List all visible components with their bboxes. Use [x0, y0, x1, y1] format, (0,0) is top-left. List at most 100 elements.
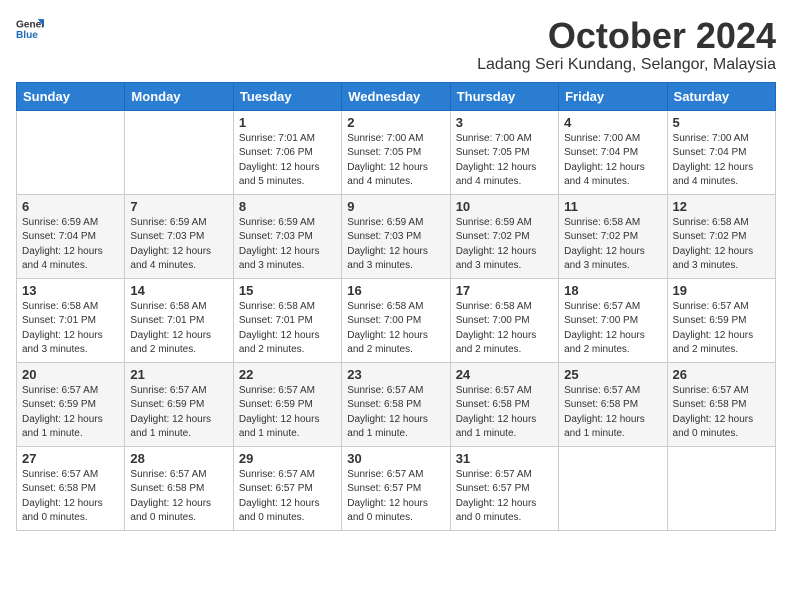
- calendar-cell: [559, 446, 667, 530]
- day-number: 27: [22, 451, 119, 466]
- week-row-2: 6 Sunrise: 6:59 AM Sunset: 7:04 PM Daylig…: [17, 194, 776, 278]
- calendar-cell: 26Sunrise: 6:57 AM Sunset: 6:58 PM Dayli…: [667, 362, 775, 446]
- calendar-cell: 17 Sunrise: 6:58 AM Sunset: 7:00 PM Dayli…: [450, 278, 558, 362]
- day-number: 24: [456, 367, 553, 382]
- day-info: Sunrise: 7:00 AM Sunset: 7:05 PM Dayligh…: [347, 132, 444, 190]
- day-number: 7: [130, 199, 227, 214]
- day-number: 31: [456, 451, 553, 466]
- logo-icon: General Blue: [16, 16, 44, 44]
- day-number: 20: [22, 367, 119, 382]
- calendar-cell: 14 Sunrise: 6:58 AM Sunset: 7:01 PM Dayli…: [125, 278, 233, 362]
- calendar-cell: 8Sunrise: 6:59 AM Sunset: 7:03 PM Daylig…: [233, 194, 341, 278]
- day-info: Sunrise: 6:58 AM Sunset: 7:00 PM Dayligh…: [456, 300, 553, 358]
- day-number: 4: [564, 115, 661, 130]
- calendar-cell: 30 Sunrise: 6:57 AM Sunset: 6:57 PM Dayli…: [342, 446, 450, 530]
- calendar-cell: [17, 110, 125, 194]
- calendar-cell: 31 Sunrise: 6:57 AM Sunset: 6:57 PM Dayli…: [450, 446, 558, 530]
- page-header: General Blue October 2024 Ladang Seri Ku…: [16, 16, 776, 74]
- calendar-cell: 6 Sunrise: 6:59 AM Sunset: 7:04 PM Daylig…: [17, 194, 125, 278]
- calendar-cell: 27 Sunrise: 6:57 AM Sunset: 6:58 PM Dayli…: [17, 446, 125, 530]
- calendar-cell: 23 Sunrise: 6:57 AM Sunset: 6:58 PM Dayli…: [342, 362, 450, 446]
- day-info: Sunrise: 6:57 AM Sunset: 6:58 PM Dayligh…: [22, 468, 119, 526]
- calendar-cell: 28Sunrise: 6:57 AM Sunset: 6:58 PM Dayli…: [125, 446, 233, 530]
- day-info: Sunrise: 6:58 AM Sunset: 7:02 PM Dayligh…: [673, 216, 770, 274]
- day-info: Sunrise: 6:57 AM Sunset: 6:59 PM Dayligh…: [130, 384, 227, 442]
- day-info: Sunrise: 6:59 AM Sunset: 7:03 PM Dayligh…: [347, 216, 444, 274]
- day-number: 15: [239, 283, 336, 298]
- calendar-cell: 18 Sunrise: 6:57 AM Sunset: 7:00 PM Dayli…: [559, 278, 667, 362]
- calendar-cell: 5 Sunrise: 7:00 AM Sunset: 7:04 PM Daylig…: [667, 110, 775, 194]
- calendar-cell: 16 Sunrise: 6:58 AM Sunset: 7:00 PM Dayli…: [342, 278, 450, 362]
- day-number: 13: [22, 283, 119, 298]
- day-info: Sunrise: 6:57 AM Sunset: 7:00 PM Dayligh…: [564, 300, 661, 358]
- day-info: Sunrise: 6:58 AM Sunset: 7:01 PM Dayligh…: [22, 300, 119, 358]
- day-number: 16: [347, 283, 444, 298]
- day-info: Sunrise: 7:01 AM Sunset: 7:06 PM Dayligh…: [239, 132, 336, 190]
- header-thursday: Thursday: [450, 82, 558, 110]
- day-number: 25: [564, 367, 661, 382]
- week-row-1: 1Sunrise: 7:01 AM Sunset: 7:06 PM Daylig…: [17, 110, 776, 194]
- calendar-cell: 20 Sunrise: 6:57 AM Sunset: 6:59 PM Dayli…: [17, 362, 125, 446]
- header-saturday: Saturday: [667, 82, 775, 110]
- title-area: October 2024 Ladang Seri Kundang, Selang…: [477, 16, 776, 74]
- week-row-5: 27 Sunrise: 6:57 AM Sunset: 6:58 PM Dayli…: [17, 446, 776, 530]
- calendar-cell: 11Sunrise: 6:58 AM Sunset: 7:02 PM Dayli…: [559, 194, 667, 278]
- day-info: Sunrise: 7:00 AM Sunset: 7:04 PM Dayligh…: [564, 132, 661, 190]
- day-number: 9: [347, 199, 444, 214]
- day-number: 23: [347, 367, 444, 382]
- day-info: Sunrise: 6:57 AM Sunset: 6:57 PM Dayligh…: [456, 468, 553, 526]
- calendar-cell: [125, 110, 233, 194]
- calendar-cell: 2 Sunrise: 7:00 AM Sunset: 7:05 PM Daylig…: [342, 110, 450, 194]
- calendar-cell: 1Sunrise: 7:01 AM Sunset: 7:06 PM Daylig…: [233, 110, 341, 194]
- header-tuesday: Tuesday: [233, 82, 341, 110]
- day-info: Sunrise: 6:58 AM Sunset: 7:01 PM Dayligh…: [239, 300, 336, 358]
- day-number: 30: [347, 451, 444, 466]
- calendar-cell: 4 Sunrise: 7:00 AM Sunset: 7:04 PM Daylig…: [559, 110, 667, 194]
- day-info: Sunrise: 6:59 AM Sunset: 7:02 PM Dayligh…: [456, 216, 553, 274]
- header-row: SundayMondayTuesdayWednesdayThursdayFrid…: [17, 82, 776, 110]
- day-info: Sunrise: 6:57 AM Sunset: 6:57 PM Dayligh…: [239, 468, 336, 526]
- day-number: 22: [239, 367, 336, 382]
- calendar-cell: 21 Sunrise: 6:57 AM Sunset: 6:59 PM Dayli…: [125, 362, 233, 446]
- day-info: Sunrise: 6:57 AM Sunset: 6:58 PM Dayligh…: [456, 384, 553, 442]
- header-sunday: Sunday: [17, 82, 125, 110]
- day-number: 21: [130, 367, 227, 382]
- calendar-cell: 29Sunrise: 6:57 AM Sunset: 6:57 PM Dayli…: [233, 446, 341, 530]
- calendar-cell: 13 Sunrise: 6:58 AM Sunset: 7:01 PM Dayli…: [17, 278, 125, 362]
- week-row-3: 13 Sunrise: 6:58 AM Sunset: 7:01 PM Dayli…: [17, 278, 776, 362]
- day-info: Sunrise: 6:57 AM Sunset: 6:58 PM Dayligh…: [564, 384, 661, 442]
- day-info: Sunrise: 7:00 AM Sunset: 7:04 PM Dayligh…: [673, 132, 770, 190]
- day-number: 14: [130, 283, 227, 298]
- calendar-cell: 15 Sunrise: 6:58 AM Sunset: 7:01 PM Dayli…: [233, 278, 341, 362]
- svg-text:Blue: Blue: [16, 30, 38, 41]
- day-number: 19: [673, 283, 770, 298]
- day-number: 18: [564, 283, 661, 298]
- day-number: 12: [673, 199, 770, 214]
- day-info: Sunrise: 6:57 AM Sunset: 6:59 PM Dayligh…: [239, 384, 336, 442]
- calendar-cell: 19Sunrise: 6:57 AM Sunset: 6:59 PM Dayli…: [667, 278, 775, 362]
- day-info: Sunrise: 6:57 AM Sunset: 6:58 PM Dayligh…: [347, 384, 444, 442]
- calendar-table: SundayMondayTuesdayWednesdayThursdayFrid…: [16, 82, 776, 531]
- day-number: 17: [456, 283, 553, 298]
- calendar-cell: 25 Sunrise: 6:57 AM Sunset: 6:58 PM Dayli…: [559, 362, 667, 446]
- month-title: October 2024: [477, 16, 776, 56]
- header-wednesday: Wednesday: [342, 82, 450, 110]
- day-info: Sunrise: 6:58 AM Sunset: 7:00 PM Dayligh…: [347, 300, 444, 358]
- day-info: Sunrise: 6:57 AM Sunset: 6:57 PM Dayligh…: [347, 468, 444, 526]
- day-info: Sunrise: 6:57 AM Sunset: 6:59 PM Dayligh…: [22, 384, 119, 442]
- day-info: Sunrise: 6:58 AM Sunset: 7:02 PM Dayligh…: [564, 216, 661, 274]
- day-info: Sunrise: 6:59 AM Sunset: 7:03 PM Dayligh…: [239, 216, 336, 274]
- calendar-cell: 7Sunrise: 6:59 AM Sunset: 7:03 PM Daylig…: [125, 194, 233, 278]
- logo: General Blue: [16, 16, 44, 44]
- day-info: Sunrise: 7:00 AM Sunset: 7:05 PM Dayligh…: [456, 132, 553, 190]
- calendar-cell: 3Sunrise: 7:00 AM Sunset: 7:05 PM Daylig…: [450, 110, 558, 194]
- day-info: Sunrise: 6:59 AM Sunset: 7:04 PM Dayligh…: [22, 216, 119, 274]
- calendar-cell: [667, 446, 775, 530]
- day-number: 5: [673, 115, 770, 130]
- day-number: 6: [22, 199, 119, 214]
- header-friday: Friday: [559, 82, 667, 110]
- day-info: Sunrise: 6:58 AM Sunset: 7:01 PM Dayligh…: [130, 300, 227, 358]
- day-number: 2: [347, 115, 444, 130]
- day-number: 26: [673, 367, 770, 382]
- calendar-cell: 12 Sunrise: 6:58 AM Sunset: 7:02 PM Dayli…: [667, 194, 775, 278]
